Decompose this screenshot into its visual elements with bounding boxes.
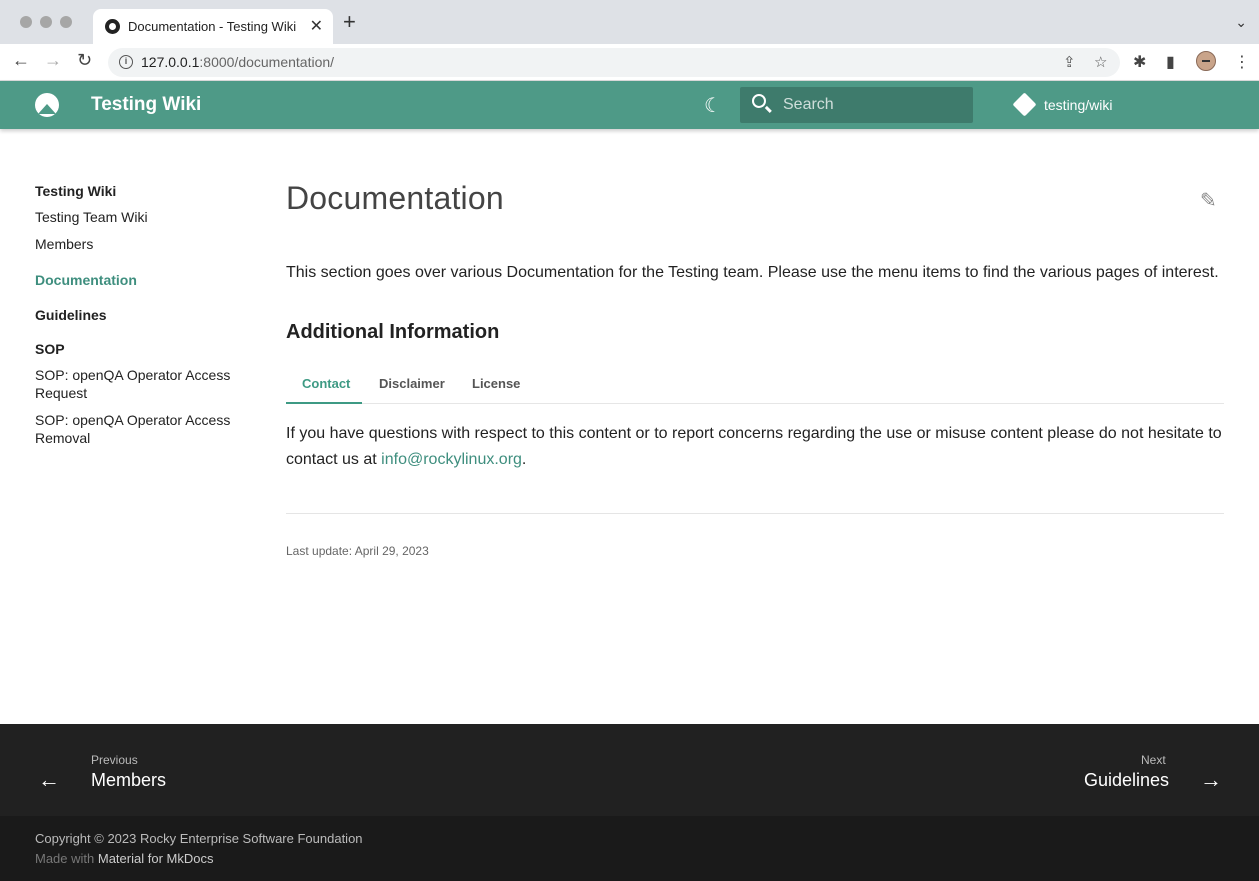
site-header: Testing Wiki ☾ testing/wiki: [0, 81, 1259, 129]
sidebar-item-testing-wiki[interactable]: Testing Wiki: [35, 183, 245, 199]
page-title: Documentation: [286, 180, 504, 216]
profile-avatar[interactable]: [1196, 51, 1216, 71]
mkdocs-link[interactable]: Material for MkDocs: [98, 851, 214, 866]
window-close-dot[interactable]: [20, 16, 32, 28]
next-label: Next: [1141, 753, 1166, 767]
rocky-logo-icon[interactable]: [35, 93, 59, 117]
made-with-text: Made with Material for MkDocs: [35, 851, 214, 866]
footer-meta: Copyright © 2023 Rocky Enterprise Softwa…: [0, 816, 1259, 881]
tab-search-chevron-icon[interactable]: ⌄: [1235, 14, 1247, 31]
window-maximize-dot[interactable]: [60, 16, 72, 28]
git-repo-icon[interactable]: [1012, 92, 1037, 117]
forward-arrow-icon[interactable]: →: [44, 50, 62, 71]
sidebar-item-sop-access-request[interactable]: SOP: openQA Operator Access Request: [35, 366, 245, 402]
active-tab-indicator: [286, 402, 362, 404]
sidebar-item-sop-access-removal[interactable]: SOP: openQA Operator Access Removal: [35, 411, 245, 447]
favicon-icon: [105, 19, 120, 34]
intro-paragraph: This section goes over various Documenta…: [286, 264, 1219, 281]
site-info-icon[interactable]: i: [119, 55, 133, 69]
address-bar[interactable]: i 127.0.0.1:8000/documentation/ ⇪ ☆: [108, 48, 1120, 77]
prev-page-link[interactable]: Members: [91, 770, 166, 791]
next-arrow-icon[interactable]: →: [1200, 767, 1222, 793]
side-panel-icon[interactable]: ▮: [1166, 52, 1175, 72]
contact-email-link[interactable]: info@rockylinux.org: [381, 451, 522, 468]
footer-nav: ← Previous Members Next Guidelines →: [0, 724, 1259, 816]
sidebar-item-testing-team-wiki[interactable]: Testing Team Wiki: [35, 208, 245, 226]
tab-title: Documentation - Testing Wiki: [128, 19, 297, 34]
tab-close-icon[interactable]: ✕: [310, 16, 323, 36]
reload-icon[interactable]: ↻: [77, 50, 92, 71]
browser-menu-icon[interactable]: ⋮: [1234, 52, 1250, 72]
tab-contact[interactable]: Contact: [302, 376, 350, 391]
tab-license[interactable]: License: [472, 376, 520, 391]
browser-tab[interactable]: Documentation - Testing Wiki ✕: [93, 9, 333, 44]
theme-toggle-moon-icon[interactable]: ☾: [704, 93, 722, 118]
tab-disclaimer[interactable]: Disclaimer: [379, 376, 445, 391]
search-input[interactable]: [783, 87, 963, 123]
prev-arrow-icon[interactable]: ←: [38, 767, 60, 793]
sidebar-item-documentation[interactable]: Documentation: [35, 271, 245, 289]
last-update: Last update: April 29, 2023: [286, 544, 429, 558]
sidebar-item-members[interactable]: Members: [35, 235, 245, 253]
browser-tabstrip: Documentation - Testing Wiki ✕ + ⌄: [0, 0, 1259, 44]
new-tab-icon[interactable]: +: [343, 11, 356, 33]
sidebar-item-sop[interactable]: SOP: [35, 341, 245, 357]
back-arrow-icon[interactable]: ←: [12, 50, 30, 71]
url-text: 127.0.0.1:8000/documentation/: [141, 54, 335, 70]
share-icon[interactable]: ⇪: [1063, 53, 1076, 71]
next-page-link[interactable]: Guidelines: [1084, 770, 1169, 791]
sidebar-nav: Testing Wiki Testing Team Wiki Members D…: [35, 183, 245, 447]
content-divider: [286, 513, 1224, 514]
site-title[interactable]: Testing Wiki: [91, 94, 201, 116]
browser-toolbar: ← → ↻ i 127.0.0.1:8000/documentation/ ⇪ …: [0, 44, 1259, 81]
edit-pencil-icon[interactable]: ✎: [1200, 188, 1217, 213]
copyright-text: Copyright © 2023 Rocky Enterprise Softwa…: [35, 831, 363, 846]
sidebar-item-guidelines[interactable]: Guidelines: [35, 307, 245, 323]
contact-paragraph: If you have questions with respect to th…: [286, 425, 1222, 468]
extensions-puzzle-icon[interactable]: ✱: [1133, 52, 1146, 72]
content-tabs: Contact Disclaimer License: [286, 368, 1224, 404]
prev-label: Previous: [91, 753, 138, 767]
window-minimize-dot[interactable]: [40, 16, 52, 28]
bookmark-star-icon[interactable]: ☆: [1094, 53, 1107, 71]
search-box[interactable]: [740, 87, 973, 123]
main-content: Documentation: [286, 180, 1224, 217]
search-icon: [752, 94, 766, 108]
section-heading: Additional Information: [286, 321, 500, 343]
repo-link[interactable]: testing/wiki: [1044, 97, 1112, 113]
